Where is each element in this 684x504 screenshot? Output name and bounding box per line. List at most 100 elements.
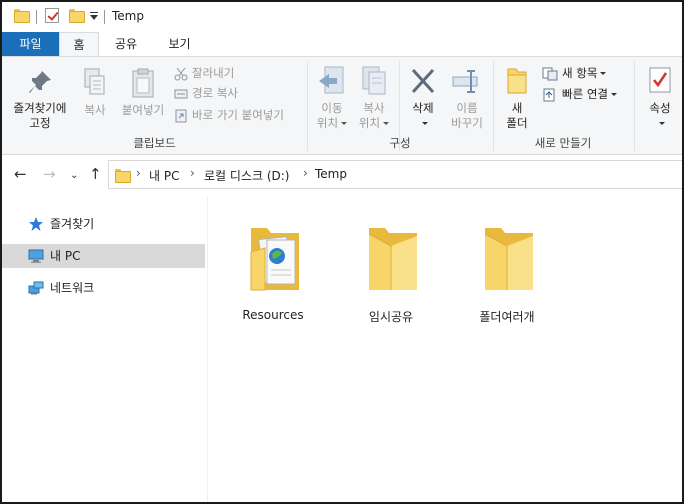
forward-arrow-icon[interactable]: →	[43, 165, 56, 183]
breadcrumb-this-pc[interactable]: 내 PC	[149, 167, 179, 184]
ribbon: 즐겨찾기에 고정 복사 붙여넣기 잘라내기 경로 복사 바로 가기 붙여넣기 클…	[2, 56, 682, 155]
rename-label-line1: 이름	[456, 101, 478, 115]
tab-share[interactable]: 공유	[106, 32, 146, 56]
new-item-label: 새 항목	[562, 66, 598, 80]
copy-button[interactable]: 복사	[76, 67, 114, 118]
tab-file[interactable]: 파일	[2, 32, 59, 56]
paste-label: 붙여넣기	[121, 103, 165, 117]
breadcrumb-local-disk[interactable]: 로컬 디스크 (D:)	[204, 167, 289, 184]
copy-to-label-line1: 복사	[363, 101, 385, 115]
delete-dropdown	[403, 116, 443, 131]
copy-icon	[84, 68, 105, 95]
back-arrow-icon[interactable]: ←	[14, 165, 27, 183]
new-folder-label-line1: 새	[511, 101, 523, 115]
new-folder-icon	[507, 68, 527, 94]
new-folder-button[interactable]: 새 폴더	[498, 65, 536, 131]
move-to-label-line1: 이동	[321, 101, 343, 115]
properties-label: 속성	[649, 101, 671, 115]
paste-button[interactable]: 붙여넣기	[118, 67, 168, 118]
rename-label-line2: 바꾸기	[451, 116, 483, 130]
navigation-pane: 즐겨찾기 내 PC 네트워크	[2, 196, 208, 502]
recent-locations-chevron-icon[interactable]: ⌄	[70, 167, 78, 185]
file-item-temp-share[interactable]: 임시공유	[336, 204, 446, 324]
pin-icon	[29, 71, 51, 93]
folder-icon	[115, 169, 131, 183]
divider	[36, 10, 37, 24]
paste-shortcut-icon	[175, 109, 187, 122]
easy-access-label: 빠른 연결	[562, 87, 608, 101]
file-name: 임시공유	[368, 310, 414, 324]
paste-shortcut-label: 바로 가기 붙여넣기	[192, 108, 284, 122]
new-item-icon	[542, 67, 558, 80]
up-arrow-icon[interactable]: ↑	[89, 165, 102, 183]
explorer-window: Temp 파일 홈 공유 보기 즐겨찾기에 고정 복사 붙여넣기 잘라내기 경로…	[0, 0, 684, 504]
ribbon-tabs: 파일 홈 공유 보기	[2, 32, 682, 57]
breadcrumb-temp[interactable]: Temp	[315, 167, 347, 181]
delete-button[interactable]: 삭제	[403, 65, 443, 131]
file-item-many-folders[interactable]: 폴더여러개	[452, 204, 562, 324]
address-bar[interactable]: › 내 PC › 로컬 디스크 (D:) › Temp	[108, 160, 682, 189]
rename-button[interactable]: 이름 바꾸기	[446, 65, 488, 131]
divider	[634, 61, 635, 151]
file-list: Resources 임시공유 폴더여러개	[209, 196, 682, 502]
cut-button[interactable]: 잘라내기	[174, 65, 234, 81]
easy-access-icon	[543, 88, 555, 101]
copy-to-icon	[362, 66, 386, 95]
new-group-label: 새로 만들기	[534, 136, 592, 150]
pin-label-line2: 고정	[29, 116, 51, 130]
new-folder-icon[interactable]	[69, 9, 85, 23]
properties-check-icon	[649, 67, 671, 93]
file-item-resources[interactable]: Resources	[218, 204, 328, 322]
divider	[104, 10, 105, 24]
file-name: 폴더여러개	[479, 310, 535, 324]
copy-label: 복사	[84, 103, 106, 117]
copy-to-button[interactable]: 복사 위치	[354, 65, 394, 131]
folder-icon	[368, 228, 417, 290]
organize-group-label: 구성	[389, 136, 411, 150]
tab-view[interactable]: 보기	[152, 32, 207, 56]
paste-shortcut-button[interactable]: 바로 가기 붙여넣기	[174, 107, 284, 123]
properties-dropdown	[640, 116, 680, 131]
folder-icon[interactable]	[14, 9, 30, 23]
computer-icon	[28, 249, 44, 263]
paste-icon	[132, 68, 154, 98]
properties-button[interactable]: 속성	[640, 65, 680, 131]
title-bar: Temp	[2, 2, 682, 32]
easy-access-button[interactable]: 빠른 연결	[542, 86, 617, 102]
delete-label: 삭제	[412, 101, 434, 115]
tab-home[interactable]: 홈	[59, 32, 99, 57]
window-title: Temp	[112, 9, 144, 23]
clipboard-group-label: 클립보드	[133, 136, 176, 150]
pin-to-quick-access-button[interactable]: 즐겨찾기에 고정	[8, 69, 72, 131]
copy-path-icon	[174, 89, 188, 98]
move-to-button[interactable]: 이동 위치	[312, 65, 352, 131]
file-name: Resources	[242, 308, 304, 322]
copy-path-button[interactable]: 경로 복사	[174, 85, 238, 101]
sidebar-item-label: 내 PC	[50, 249, 81, 263]
pin-label-line1: 즐겨찾기에	[13, 101, 67, 115]
folder-with-files-icon	[250, 228, 299, 291]
new-item-button[interactable]: 새 항목	[542, 65, 607, 81]
sidebar-item-label: 즐겨찾기	[50, 217, 95, 231]
sidebar-item-network[interactable]: 네트워크	[2, 276, 205, 300]
folder-icon	[484, 228, 533, 290]
move-to-icon	[319, 66, 344, 94]
star-icon	[29, 217, 43, 231]
rename-icon	[452, 70, 478, 93]
scissors-icon	[174, 67, 188, 80]
customize-quick-access-icon[interactable]	[90, 12, 98, 22]
copy-path-label: 경로 복사	[192, 86, 238, 100]
navigation-bar: ← → ⌄ ↑ › 내 PC › 로컬 디스크 (D:) › Temp	[2, 157, 682, 193]
network-icon	[28, 281, 44, 295]
breadcrumb-separator[interactable]: ›	[303, 166, 308, 180]
move-to-label-line2: 위치	[312, 116, 352, 131]
breadcrumb-separator[interactable]: ›	[190, 166, 195, 180]
properties-check-icon[interactable]	[45, 8, 59, 23]
sidebar-item-quick-access[interactable]: 즐겨찾기	[2, 212, 205, 236]
sidebar-item-this-pc[interactable]: 내 PC	[2, 244, 205, 268]
new-folder-label-line2: 폴더	[506, 116, 528, 130]
delete-x-icon	[411, 68, 435, 94]
copy-to-label-line2: 위치	[354, 116, 394, 131]
breadcrumb-separator[interactable]: ›	[136, 166, 141, 180]
sidebar-item-label: 네트워크	[50, 281, 95, 295]
